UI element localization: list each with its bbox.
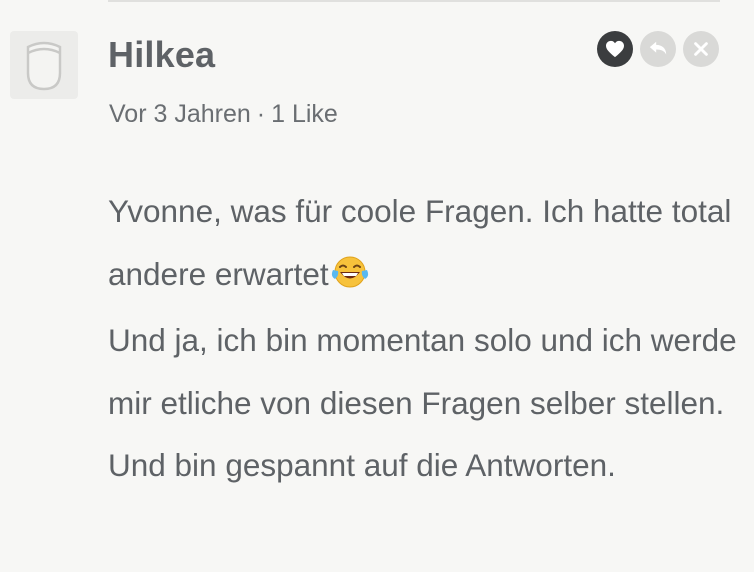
comment-age: Vor 3 Jahren: [109, 100, 251, 128]
comment-meta: Vor 3 Jahren · 1 Like: [109, 100, 338, 129]
comment-paragraph: Yvonne, was für coole Fragen. Ich hatte …: [108, 180, 738, 309]
top-divider: [108, 0, 720, 2]
laughing-tears-emoji-icon: [331, 247, 369, 310]
default-avatar-icon: [26, 41, 62, 91]
delete-button[interactable]: [683, 31, 719, 67]
comment-actions: [597, 31, 719, 67]
comment-paragraph-text: Yvonne, was für coole Fragen. Ich hatte …: [108, 193, 732, 292]
comment-body: Yvonne, was für coole Fragen. Ich hatte …: [108, 180, 738, 497]
meta-separator: ·: [256, 100, 266, 128]
comment-author[interactable]: Hilkea: [108, 34, 215, 76]
heart-icon: [606, 40, 624, 58]
like-count[interactable]: 1 Like: [271, 100, 338, 128]
reply-icon: [649, 41, 667, 55]
comment-paragraph: Und ja, ich bin momentan solo und ich we…: [108, 322, 737, 483]
close-icon: [694, 42, 708, 56]
like-button[interactable]: [597, 31, 633, 67]
avatar[interactable]: [10, 31, 78, 99]
reply-button[interactable]: [640, 31, 676, 67]
